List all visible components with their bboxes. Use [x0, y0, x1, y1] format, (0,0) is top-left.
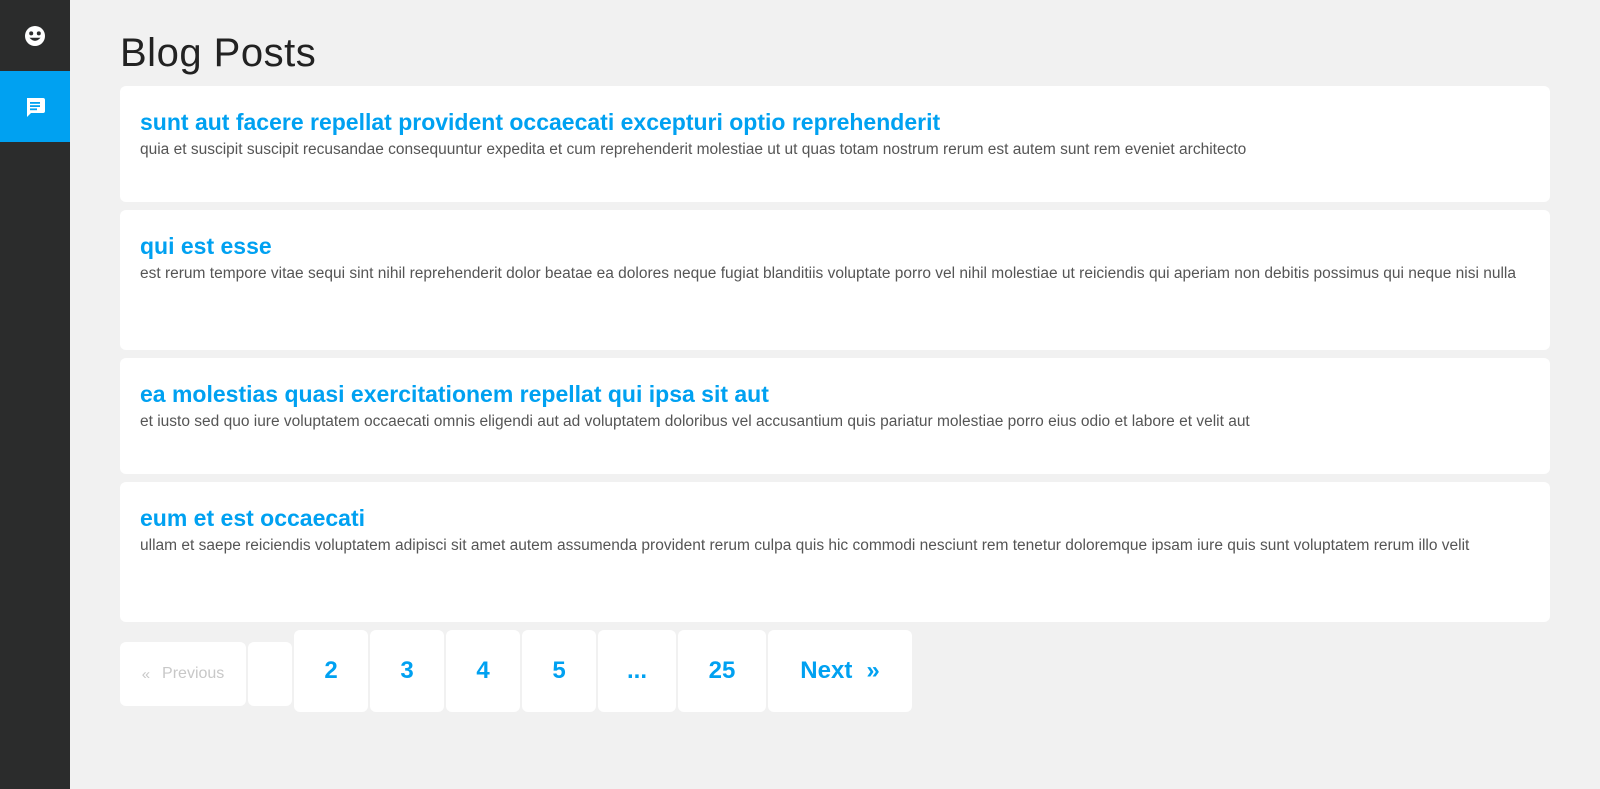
page-number: 4 [476, 657, 490, 684]
previous-arrow-icon: « [141, 665, 151, 683]
pagination: « Previous 2 3 4 5 ... 25 Next » [120, 630, 1550, 712]
page-number: 2 [324, 657, 338, 684]
page-button-25[interactable]: 25 [678, 630, 766, 712]
page-ellipsis[interactable]: ... [598, 630, 676, 712]
page-title: Blog Posts [120, 31, 317, 75]
page-number: 25 [708, 657, 736, 684]
post-title-link[interactable]: eum et est occaecati [140, 504, 1530, 532]
sidebar-item-posts[interactable] [0, 71, 70, 142]
sidebar [0, 0, 70, 789]
main-content: Blog Posts sunt aut facere repellat prov… [120, 0, 1550, 712]
post-body: et iusto sed quo iure voluptatem occaeca… [140, 413, 1250, 430]
page-number: 5 [552, 657, 566, 684]
posts-list: sunt aut facere repellat provident occae… [120, 86, 1550, 622]
message-icon [27, 97, 45, 117]
smiley-icon [25, 25, 45, 46]
next-page-button[interactable]: Next » [768, 630, 912, 712]
post-body: est rerum tempore vitae sequi sint nihil… [140, 265, 1516, 282]
post-card: ea molestias quasi exercitationem repell… [120, 358, 1550, 474]
previous-page-button[interactable]: « Previous [120, 642, 246, 706]
page-button-5[interactable]: 5 [522, 630, 596, 712]
page-number: 3 [400, 657, 414, 684]
next-arrow-icon: » [866, 657, 880, 684]
post-body: quia et suscipit suscipit recusandae con… [140, 141, 1247, 158]
page-button-3[interactable]: 3 [370, 630, 444, 712]
post-title-link[interactable]: sunt aut facere repellat provident occae… [140, 108, 1530, 136]
post-title-link[interactable]: qui est esse [140, 232, 1530, 260]
previous-label: Previous [162, 665, 225, 682]
current-page-button[interactable] [248, 642, 292, 706]
sidebar-item-users[interactable] [0, 0, 70, 71]
post-title-link[interactable]: ea molestias quasi exercitationem repell… [140, 380, 1530, 408]
next-label: Next [800, 657, 853, 684]
post-body: ullam et saepe reiciendis voluptatem adi… [140, 537, 1470, 554]
post-card: qui est esse est rerum tempore vitae seq… [120, 210, 1550, 350]
ellipsis-label: ... [626, 657, 647, 684]
post-card: eum et est occaecati ullam et saepe reic… [120, 482, 1550, 622]
post-card: sunt aut facere repellat provident occae… [120, 86, 1550, 202]
page-button-2[interactable]: 2 [294, 630, 368, 712]
page-button-4[interactable]: 4 [446, 630, 520, 712]
